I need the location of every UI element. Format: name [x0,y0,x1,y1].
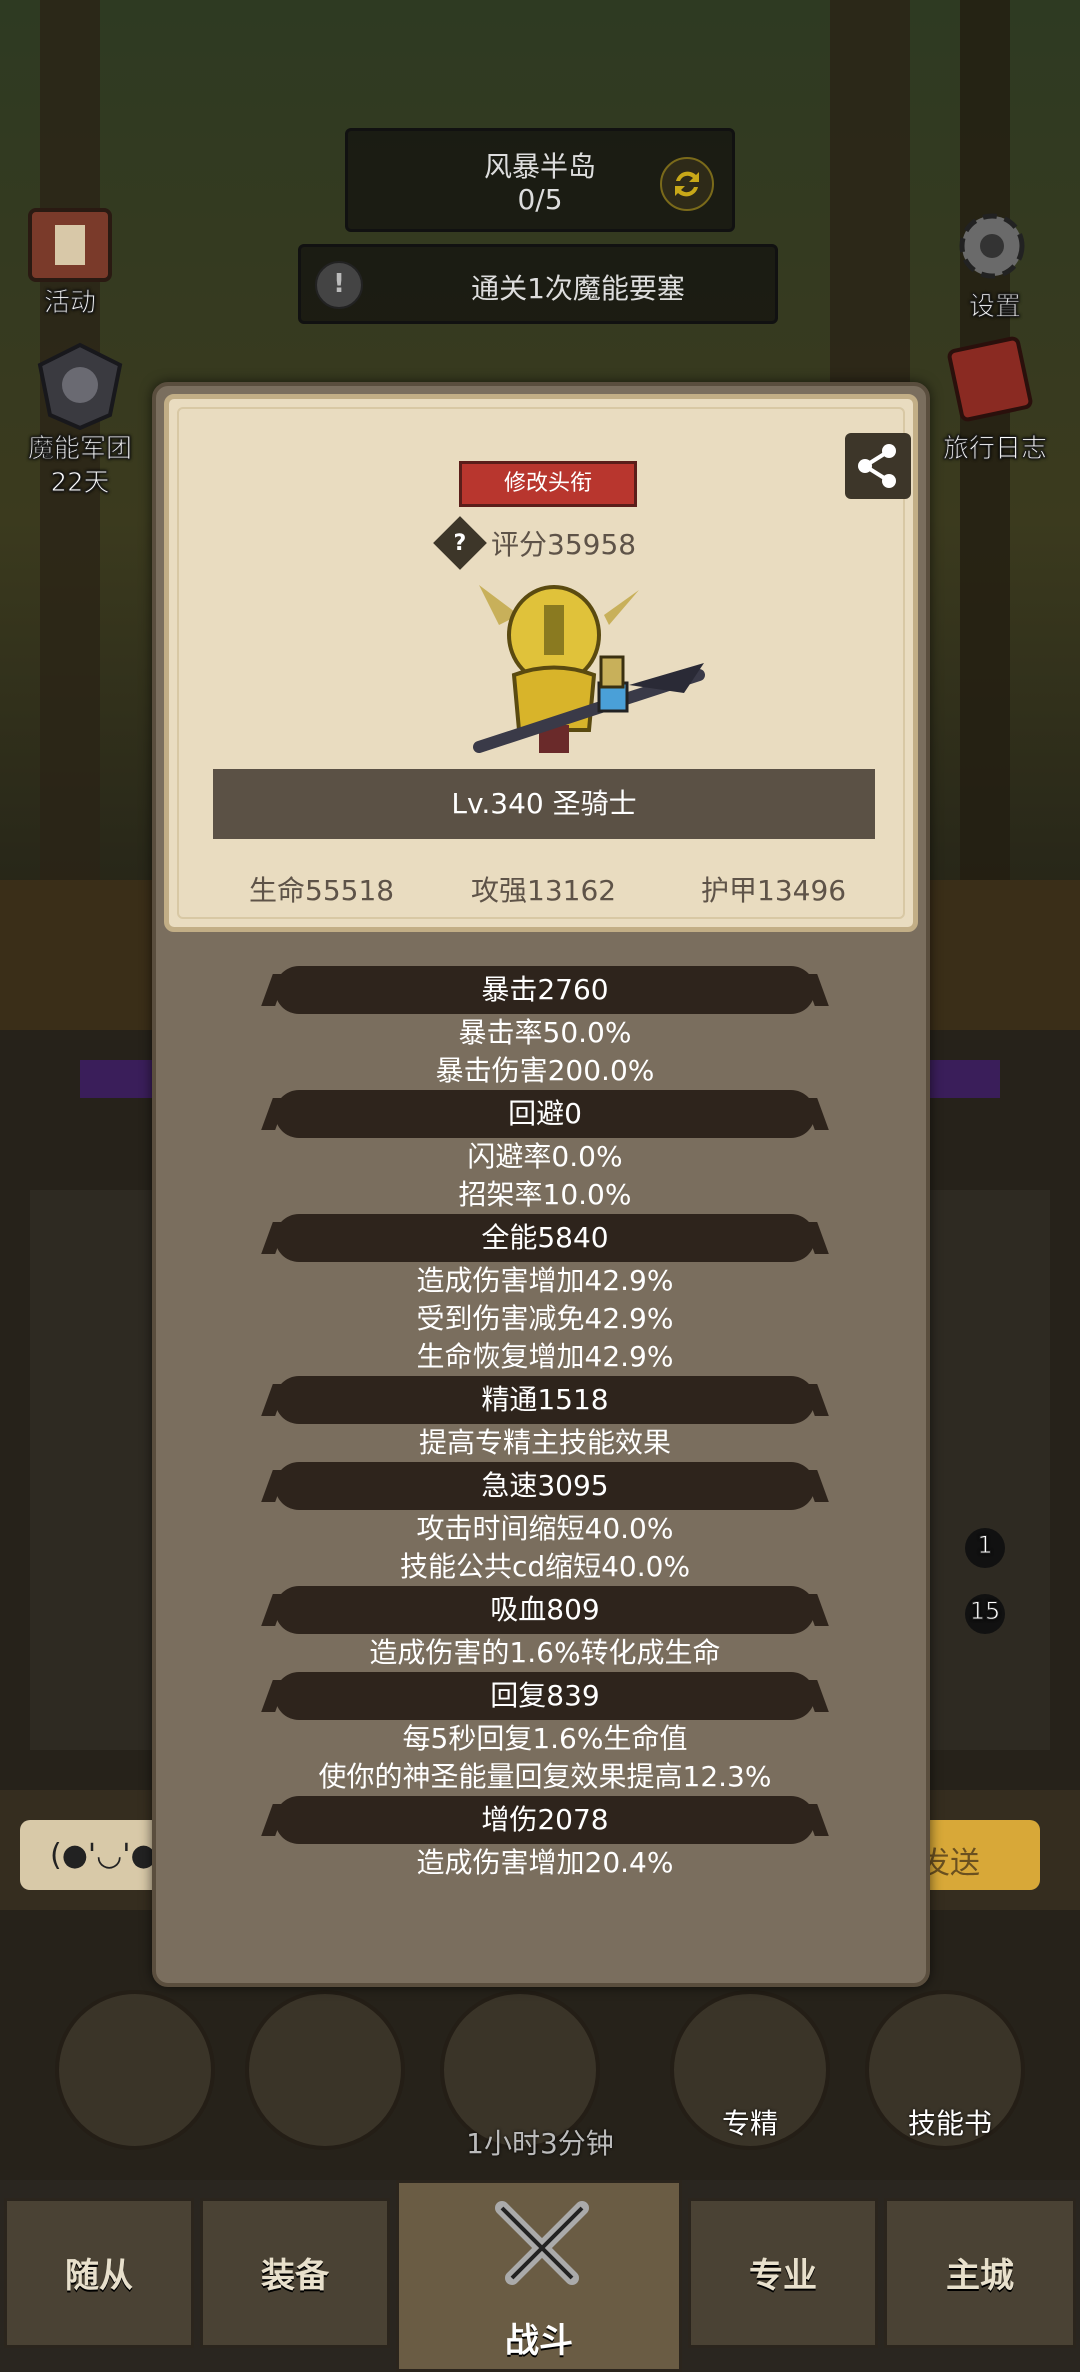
stat-line: 闪避率0.0% [467,1140,623,1173]
tab-profession[interactable]: 专业 [688,2198,878,2348]
stat-armor: 护甲13496 [701,874,847,907]
journal-label: 旅行日志 [942,434,1047,465]
alert-icon [315,261,363,309]
character-card: 修改头衔 ? 评分35958 Lv.340 圣骑士 生命55518 攻强1316… [164,394,918,932]
stat-line: 暴击率50.0% [458,1016,632,1049]
secondary-stats-list: 暴击2760 暴击率50.0% 暴击伤害200.0% 回避0 闪避率0.0% 招… [156,966,934,1882]
stat-line: 造成伤害的1.6%转化成生命 [369,1636,721,1669]
tab-equipment[interactable]: 装备 [200,2198,390,2348]
share-icon[interactable] [845,433,911,499]
stat-line: 招架率10.0% [458,1178,632,1211]
stat-line: 使你的神圣能量回复效果提高12.3% [318,1760,772,1793]
legion-icon[interactable] [30,340,130,440]
gear-icon[interactable] [942,196,1042,296]
tab-followers[interactable]: 随从 [4,2198,194,2348]
stat-group-damage-boost: 增伤2078 造成伤害增加20.4% [156,1796,934,1882]
chat-emote[interactable]: (●'◡'● [50,1838,157,1873]
stat-group-haste: 急速3095 攻击时间缩短40.0% 技能公共cd缩短40.0% [156,1462,934,1586]
activity-label: 活动 [43,288,96,319]
legion-label: 魔能军团 [27,434,132,465]
stat-line: 技能公共cd缩短40.0% [399,1550,691,1583]
tab-fight-label: 战斗 [505,2321,573,2361]
journal-icon[interactable] [940,334,1040,434]
stat-attack: 攻强13162 [471,874,617,907]
chest-timer: 1小时3分钟 [466,2127,614,2160]
edit-title-button[interactable]: 修改头衔 [459,461,637,507]
stat-line: 生命恢复增加42.9% [416,1340,674,1373]
refresh-icon[interactable] [660,157,714,211]
quest-panel[interactable]: 通关1次魔能要塞 [298,244,778,324]
bread-button[interactable] [245,1990,405,2150]
stat-group-lifesteal: 吸血809 造成伤害的1.6%转化成生命 [156,1586,934,1672]
legion-days: 22天 [50,468,110,499]
stat-title: 回复839 [275,1672,815,1720]
bottom-nav: 随从 装备 战斗 专业 主城 [0,2180,1080,2372]
badge-count-1: 1 [977,1531,993,1560]
stat-title: 暴击2760 [275,966,815,1014]
stat-line: 每5秒回复1.6%生命值 [402,1722,688,1755]
quest-text: 通关1次魔能要塞 [471,272,685,305]
character-detail-panel: 修改头衔 ? 评分35958 Lv.340 圣骑士 生命55518 攻强1316… [152,382,930,1987]
stat-title: 精通1518 [275,1376,815,1424]
stat-group-versatility: 全能5840 造成伤害增加42.9% 受到伤害减免42.9% 生命恢复增加42.… [156,1214,934,1376]
score-row: ? 评分35958 [433,516,637,570]
stat-group-avoidance: 回避0 闪避率0.0% 招架率10.0% [156,1090,934,1214]
score-text: 评分35958 [491,528,637,561]
potion-button[interactable] [55,1990,215,2150]
crossed-swords-icon [495,2201,589,2285]
stat-line: 提高专精主技能效果 [418,1426,671,1459]
stat-line: 暴击伤害200.0% [435,1054,655,1087]
settings-label: 设置 [968,292,1021,323]
level-class-bar: Lv.340 圣骑士 [213,769,875,839]
stat-line: 受到伤害减免42.9% [416,1302,674,1335]
stat-group-mastery: 精通1518 提高专精主技能效果 [156,1376,934,1462]
stat-title: 吸血809 [275,1586,815,1634]
stat-title: 增伤2078 [275,1796,815,1844]
stat-line: 攻击时间缩短40.0% [416,1512,674,1545]
badge-count-15: 15 [969,1597,1001,1626]
help-icon[interactable]: ? [433,516,487,570]
stat-hp: 生命55518 [249,874,395,907]
stat-title: 急速3095 [275,1462,815,1510]
specialization-label: 专精 [721,2107,778,2140]
tab-fight[interactable]: 战斗 [396,2180,682,2372]
skill-book-label: 技能书 [907,2107,992,2140]
stat-line: 造成伤害增加42.9% [416,1264,674,1297]
stat-title: 全能5840 [275,1214,815,1262]
paladin-character-art [473,585,705,753]
region-panel[interactable]: 风暴半岛 0/5 [345,128,735,232]
stat-group-crit: 暴击2760 暴击率50.0% 暴击伤害200.0% [156,966,934,1090]
stat-line: 造成伤害增加20.4% [416,1846,674,1879]
stat-group-regen: 回复839 每5秒回复1.6%生命值 使你的神圣能量回复效果提高12.3% [156,1672,934,1796]
tab-city[interactable]: 主城 [884,2198,1076,2348]
stat-title: 回避0 [275,1090,815,1138]
